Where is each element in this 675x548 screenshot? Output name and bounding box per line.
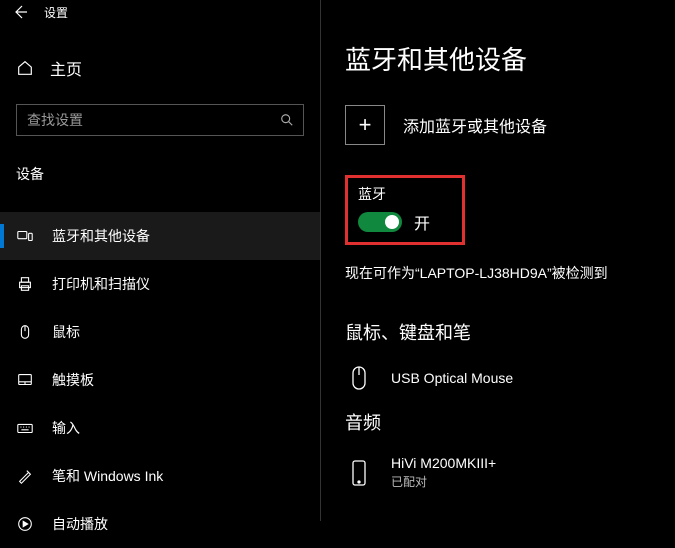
device-row-audio[interactable]: HiVi M200MKIII+ 已配对 — [345, 449, 675, 508]
bluetooth-toggle-row: 开 — [358, 210, 452, 234]
titlebar: 设置 — [0, 0, 320, 24]
search-icon — [280, 113, 294, 127]
device-name: USB Optical Mouse — [391, 370, 513, 386]
section-audio: 音频 — [345, 409, 675, 435]
bluetooth-toggle[interactable] — [358, 212, 402, 232]
sidebar-nav: 蓝牙和其他设备 打印机和扫描仪 鼠标 触摸板 输入 — [0, 212, 320, 548]
sidebar-item-label: 触摸板 — [52, 370, 94, 390]
add-device-button[interactable]: + 添加蓝牙或其他设备 — [345, 105, 675, 145]
sidebar-item-label: 笔和 Windows Ink — [52, 466, 163, 486]
page-title: 蓝牙和其他设备 — [345, 40, 675, 77]
back-button[interactable] — [8, 0, 32, 24]
sidebar-item-touchpad[interactable]: 触摸板 — [0, 356, 320, 404]
plus-icon: + — [345, 105, 385, 145]
sidebar-section-label: 设备 — [0, 156, 320, 192]
home-label: 主页 — [50, 56, 82, 80]
back-arrow-icon — [12, 4, 28, 20]
mouse-icon — [16, 323, 34, 341]
device-row-mouse[interactable]: USB Optical Mouse — [345, 359, 675, 409]
sidebar-home[interactable]: 主页 — [0, 44, 320, 92]
pen-icon — [16, 467, 34, 485]
sidebar-item-label: 打印机和扫描仪 — [52, 274, 150, 294]
keyboard-icon — [16, 419, 34, 437]
search-wrap — [16, 104, 304, 136]
sidebar-item-autoplay[interactable]: 自动播放 — [0, 500, 320, 548]
search-input[interactable] — [16, 104, 304, 136]
bluetooth-label: 蓝牙 — [358, 184, 452, 204]
devices-icon — [16, 227, 34, 245]
sidebar-item-label: 自动播放 — [52, 514, 108, 534]
sidebar-item-label: 鼠标 — [52, 322, 80, 342]
phone-device-icon — [345, 459, 373, 487]
device-info: USB Optical Mouse — [391, 370, 513, 386]
sidebar-item-printers[interactable]: 打印机和扫描仪 — [0, 260, 320, 308]
sidebar-item-pen[interactable]: 笔和 Windows Ink — [0, 452, 320, 500]
touchpad-icon — [16, 371, 34, 389]
mouse-device-icon — [345, 365, 373, 391]
sidebar-item-typing[interactable]: 输入 — [0, 404, 320, 452]
window-title: 设置 — [44, 4, 68, 21]
discoverable-text: 现在可作为“LAPTOP-LJ38HD9A”被检测到 — [345, 263, 675, 283]
home-icon — [16, 59, 34, 77]
main-content: 蓝牙和其他设备 + 添加蓝牙或其他设备 蓝牙 开 现在可作为“LAPTOP-LJ… — [320, 0, 675, 521]
sidebar: 设置 主页 设备 蓝牙和其他设备 打印机和扫描仪 — [0, 0, 320, 521]
printer-icon — [16, 275, 34, 293]
sidebar-item-mouse[interactable]: 鼠标 — [0, 308, 320, 356]
sidebar-item-label: 输入 — [52, 418, 80, 438]
bluetooth-toggle-section: 蓝牙 开 — [345, 175, 465, 245]
section-mouse-keyboard: 鼠标、键盘和笔 — [345, 319, 675, 345]
sidebar-item-bluetooth[interactable]: 蓝牙和其他设备 — [0, 212, 320, 260]
sidebar-item-label: 蓝牙和其他设备 — [52, 226, 150, 246]
device-status: 已配对 — [391, 473, 496, 490]
device-name: HiVi M200MKIII+ — [391, 455, 496, 471]
bluetooth-toggle-state: 开 — [414, 210, 430, 234]
device-info: HiVi M200MKIII+ 已配对 — [391, 455, 496, 490]
add-device-label: 添加蓝牙或其他设备 — [403, 113, 547, 137]
autoplay-icon — [16, 515, 34, 533]
